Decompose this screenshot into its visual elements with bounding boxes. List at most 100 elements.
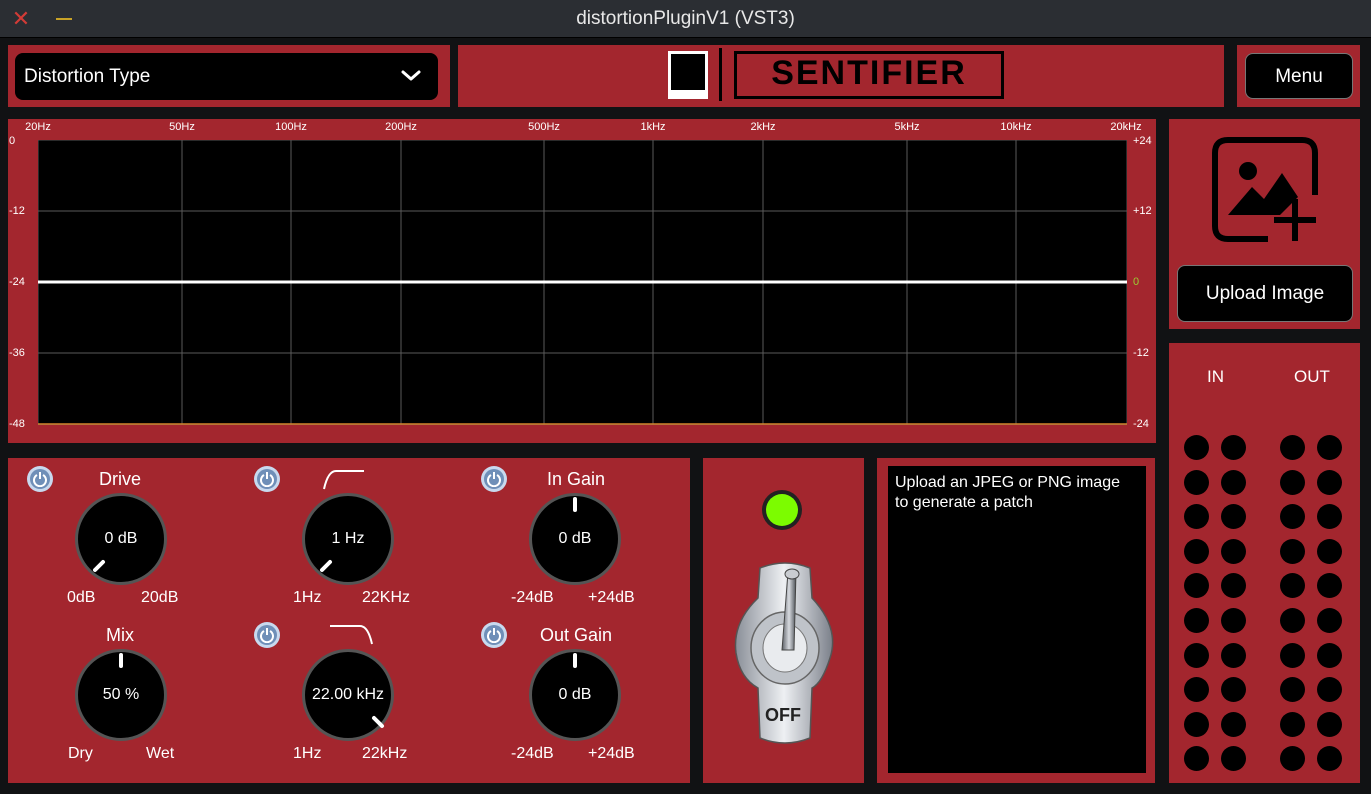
mix-knob[interactable]: 50 %	[75, 649, 167, 741]
in-gain-label: In Gain	[546, 469, 606, 489]
message-text: Upload an JPEG or PNG image to generate …	[895, 474, 1120, 511]
window-title: distortionPluginV1 (VST3)	[576, 8, 795, 29]
db-right-label: +12	[1133, 205, 1152, 217]
db-left-label: 0	[9, 135, 16, 147]
menu-button[interactable]: Menu	[1245, 53, 1353, 99]
in-gain-power-icon[interactable]	[481, 466, 507, 492]
lowpass-min-label: 1Hz	[293, 745, 322, 762]
meter-in-led	[1221, 712, 1246, 737]
highpass-value: 1 Hz	[331, 530, 365, 547]
meter-in-led	[1221, 746, 1246, 771]
meter-in-led	[1221, 470, 1246, 495]
meter-out-led	[1317, 712, 1342, 737]
add-image-icon[interactable]	[1210, 135, 1322, 245]
meter-out-led	[1280, 539, 1305, 564]
db-right-label: -12	[1133, 347, 1149, 359]
drive-value: 0 dB	[104, 530, 138, 547]
in-gain-min-label: -24dB	[511, 589, 554, 606]
logo-divider	[719, 48, 722, 101]
lowpass-knob[interactable]: 22.00 kHz	[302, 649, 394, 741]
meter-in-led	[1184, 435, 1209, 460]
upload-image-label: Upload Image	[1205, 283, 1325, 304]
freq-label-20hz: 20Hz	[25, 121, 51, 133]
meter-in-led	[1184, 539, 1209, 564]
meter-out-led	[1280, 677, 1305, 702]
drive-power-icon[interactable]	[27, 466, 53, 492]
freq-label-2khz: 2kHz	[750, 121, 776, 133]
meter-out-led	[1317, 470, 1342, 495]
highpass-power-icon[interactable]	[254, 466, 280, 492]
meter-out-led	[1317, 539, 1342, 564]
out-gain-max-label: +24dB	[588, 745, 635, 762]
mix-min-label: Dry	[68, 745, 93, 762]
meter-in-led	[1184, 573, 1209, 598]
lowpass-power-icon[interactable]	[254, 622, 280, 648]
highpass-max-label: 22KHz	[362, 589, 411, 606]
meter-out-led	[1317, 504, 1342, 529]
distortion-type-label: Distortion Type	[24, 66, 151, 87]
freq-label-1khz: 1kHz	[640, 121, 666, 133]
db-left-label: -48	[9, 418, 25, 430]
meter-in-led	[1221, 643, 1246, 668]
highpass-knob[interactable]: 1 Hz	[302, 493, 394, 585]
db-right-label: +24	[1133, 135, 1152, 147]
mix-value: 50 %	[102, 686, 140, 703]
freq-label-50hz: 50Hz	[169, 121, 195, 133]
in-gain-max-label: +24dB	[588, 589, 635, 606]
bypass-toggle-switch[interactable]: OFF	[730, 558, 840, 748]
meter-in-led	[1184, 677, 1209, 702]
meter-out-led	[1280, 435, 1305, 460]
meter-out-led	[1280, 643, 1305, 668]
meter-in-led	[1221, 573, 1246, 598]
freq-label-100hz: 100Hz	[275, 121, 307, 133]
meter-in-led	[1184, 746, 1209, 771]
meter-out-led	[1317, 608, 1342, 633]
meter-in-led	[1184, 608, 1209, 633]
freq-label-10khz: 10kHz	[1000, 121, 1032, 133]
drive-min-label: 0dB	[67, 589, 96, 606]
meter-out-led	[1317, 643, 1342, 668]
drive-knob[interactable]: 0 dB	[75, 493, 167, 585]
meter-in-led	[1184, 643, 1209, 668]
freq-label-500hz: 500Hz	[528, 121, 560, 133]
freq-label-20khz: 20kHz	[1110, 121, 1142, 133]
meter-out-label: OUT	[1294, 367, 1330, 386]
out-gain-power-icon[interactable]	[481, 622, 507, 648]
bypass-switch-label: OFF	[765, 705, 801, 725]
freq-label-200hz: 200Hz	[385, 121, 417, 133]
meter-out-led	[1280, 573, 1305, 598]
meter-out-led	[1280, 470, 1305, 495]
meter-in-label: IN	[1207, 367, 1224, 386]
freq-label-5khz: 5kHz	[894, 121, 920, 133]
drive-max-label: 20dB	[141, 589, 179, 606]
meter-in-led	[1221, 504, 1246, 529]
db-left-label: -12	[9, 205, 25, 217]
meter-out-led	[1317, 573, 1342, 598]
chevron-down-icon[interactable]	[400, 69, 422, 83]
db-right-label: -24	[1133, 418, 1149, 430]
lowpass-filter-icon	[330, 625, 373, 645]
out-gain-label: Out Gain	[539, 625, 613, 645]
meter-out-led	[1280, 712, 1305, 737]
db-left-label: -24	[9, 276, 25, 288]
meter-out-led	[1280, 608, 1305, 633]
meter-out-led	[1280, 746, 1305, 771]
meter-in-led	[1184, 470, 1209, 495]
drive-label: Drive	[98, 469, 141, 489]
lowpass-max-label: 22kHz	[362, 745, 408, 762]
meter-in-led	[1221, 539, 1246, 564]
out-gain-knob[interactable]: 0 dB	[529, 649, 621, 741]
highpass-filter-icon	[323, 470, 364, 490]
meter-out-led	[1317, 677, 1342, 702]
out-gain-value: 0 dB	[558, 686, 592, 703]
db-right-label: 0	[1133, 276, 1140, 288]
frequency-response-graph[interactable]	[38, 140, 1127, 425]
out-gain-min-label: -24dB	[511, 745, 554, 762]
logo-text: SENTIFIER	[771, 54, 967, 92]
mix-max-label: Wet	[146, 745, 175, 762]
in-gain-knob[interactable]: 0 dB	[529, 493, 621, 585]
meter-in-led	[1221, 677, 1246, 702]
status-led	[762, 490, 802, 530]
mix-label: Mix	[106, 625, 134, 645]
logo-mark-inner	[671, 54, 705, 90]
